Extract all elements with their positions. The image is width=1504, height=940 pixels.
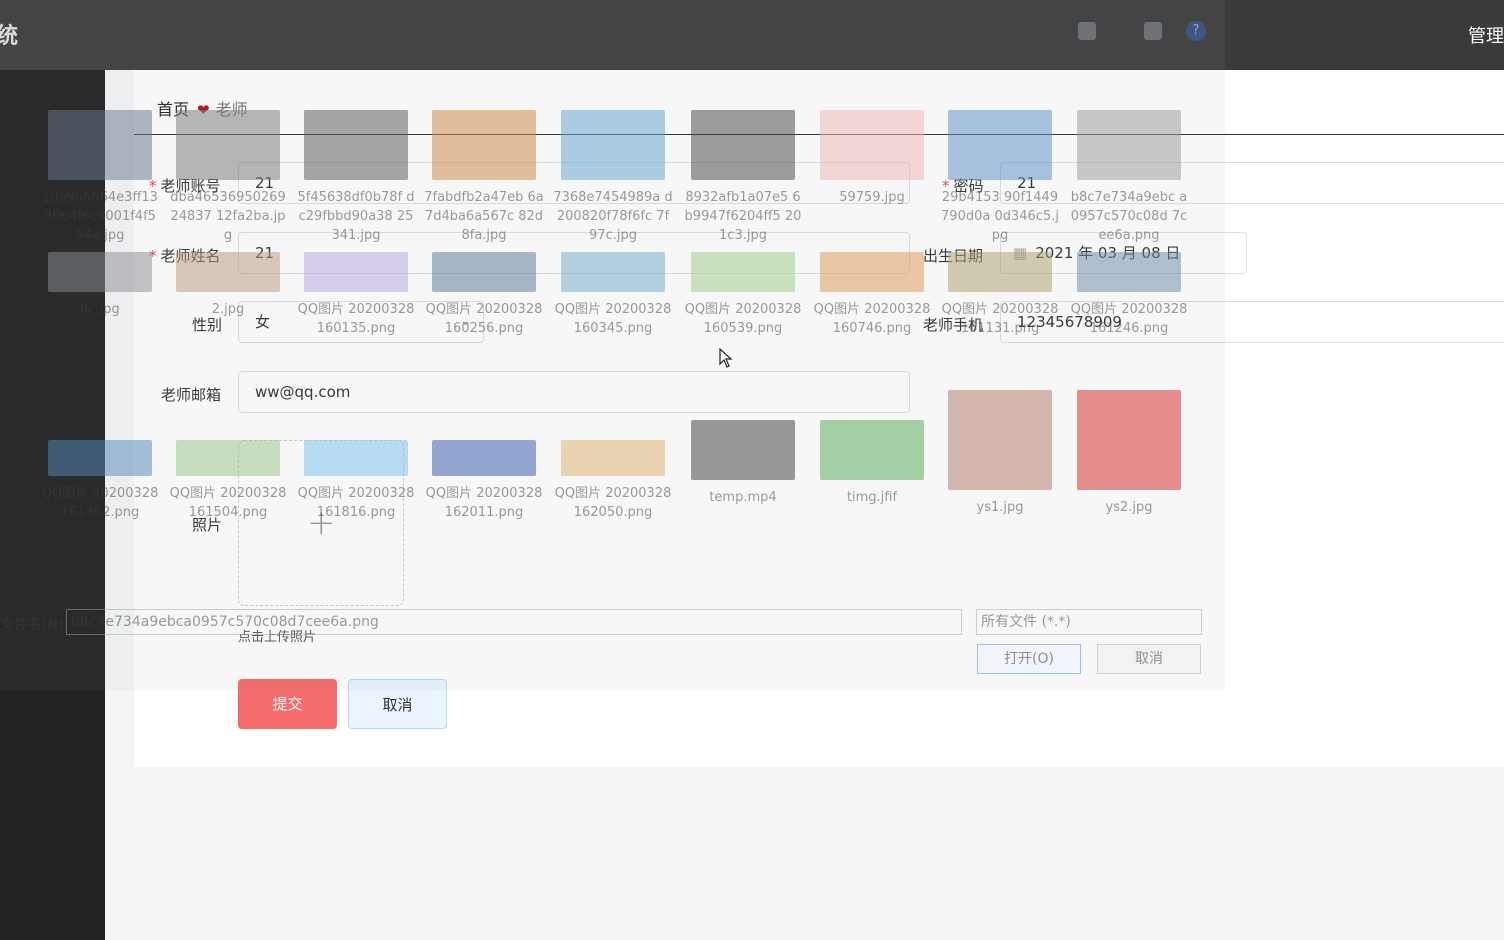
admin-menu[interactable]: 管理 [1468, 22, 1504, 48]
heart-icon: ❤ [197, 101, 210, 119]
submit-button[interactable]: 提交 [238, 679, 337, 729]
required-mark: * [149, 177, 157, 195]
email-input[interactable]: ww@qq.com [238, 371, 910, 413]
cancel-button[interactable]: 取消 [348, 679, 447, 729]
calendar-icon: ▦ [1013, 244, 1028, 262]
name-input[interactable]: 21 [238, 232, 910, 274]
top-bar: 统 管理 [0, 0, 1504, 70]
required-mark: * [149, 247, 157, 265]
photo-label: 照片 [192, 516, 223, 534]
photo-upload[interactable]: + [238, 440, 404, 606]
required-mark: * [942, 177, 950, 195]
plus-icon: + [307, 503, 336, 543]
breadcrumb: 首页 ❤ 老师 [157, 96, 248, 120]
password-input[interactable]: 21 [1000, 162, 1504, 204]
app-title: 统 [0, 24, 19, 49]
password-label: * 密码 [942, 177, 984, 195]
breadcrumb-divider [134, 134, 1504, 135]
breadcrumb-current: 老师 [215, 100, 248, 119]
account-label: * 老师账号 [149, 177, 221, 195]
sidebar [0, 70, 105, 940]
birth-label: 出生日期 [923, 247, 984, 265]
phone-input[interactable]: 12345678909 [1000, 301, 1504, 343]
gender-value: 女 [255, 313, 271, 331]
gender-label: 性别 [192, 316, 223, 334]
upload-hint: 点击上传照片 [238, 630, 317, 645]
email-label: 老师邮箱 [161, 386, 222, 404]
name-label: * 老师姓名 [149, 247, 221, 265]
account-input[interactable]: 21 [238, 162, 910, 204]
chevron-down-icon: ⌄ [460, 314, 471, 329]
breadcrumb-home[interactable]: 首页 [157, 100, 189, 119]
gender-select[interactable]: 女 ⌄ [238, 301, 484, 343]
birth-date-picker[interactable]: ▦ 2021 年 03 月 08 日 [1000, 232, 1247, 274]
birth-date-value: 2021 年 03 月 08 日 [1035, 244, 1181, 262]
phone-label: 老师手机 [923, 316, 984, 334]
